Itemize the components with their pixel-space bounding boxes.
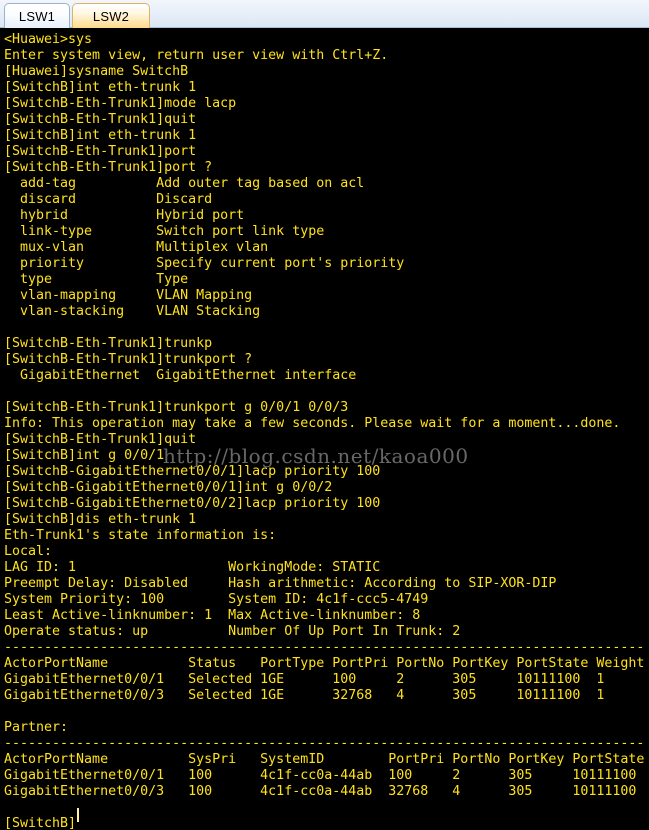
tab-lsw2[interactable]: LSW2: [72, 3, 150, 28]
terminal-output: <Huawei>sys Enter system view, return us…: [4, 32, 645, 830]
tab-lsw2-label: LSW2: [92, 8, 130, 24]
terminal-cursor: [77, 808, 79, 822]
tab-bar: LSW1 LSW2: [0, 0, 649, 28]
terminal-console[interactable]: <Huawei>sys Enter system view, return us…: [0, 28, 649, 830]
tab-lsw1[interactable]: LSW1: [4, 3, 70, 28]
tab-lsw1-label: LSW1: [18, 8, 56, 24]
